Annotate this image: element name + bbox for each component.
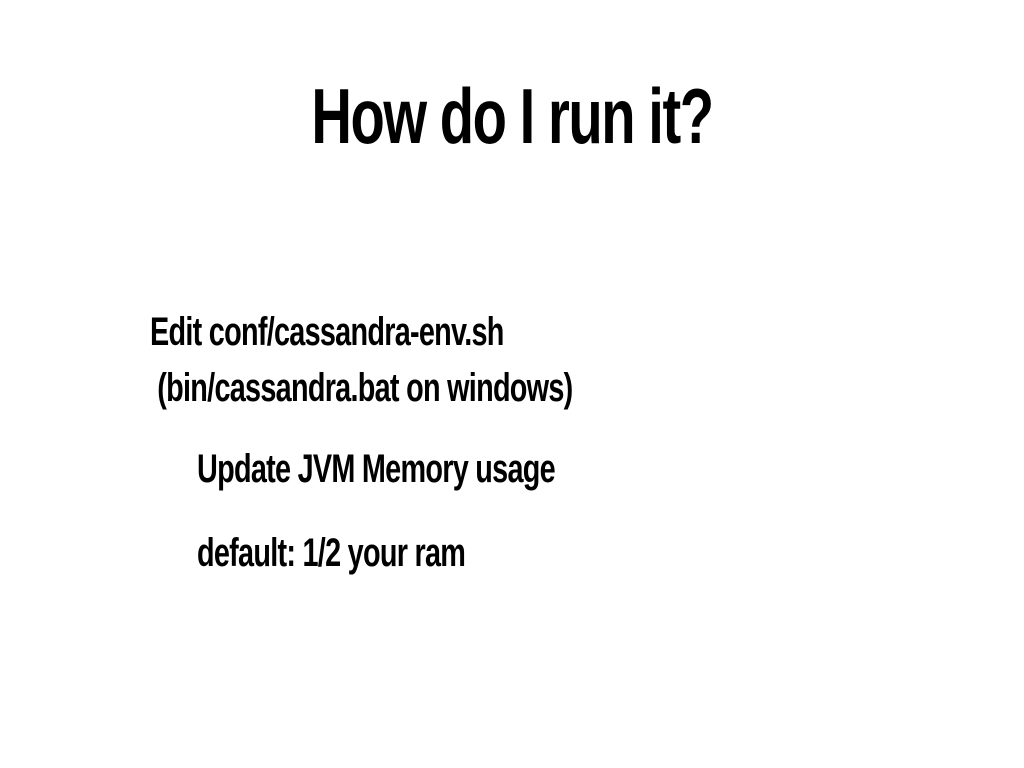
slide: How do I run it? Edit conf/cassandra-env… xyxy=(0,0,1024,768)
bullet-edit-config: Edit conf/cassandra-env.sh xyxy=(150,310,504,354)
sub-bullet-default-ram: default: 1/2 your ram xyxy=(197,531,466,575)
bullet-windows-note: (bin/cassandra.bat on windows) xyxy=(150,366,573,410)
slide-title: How do I run it? xyxy=(311,72,714,160)
sub-bullet-jvm-memory: Update JVM Memory usage xyxy=(197,447,556,491)
